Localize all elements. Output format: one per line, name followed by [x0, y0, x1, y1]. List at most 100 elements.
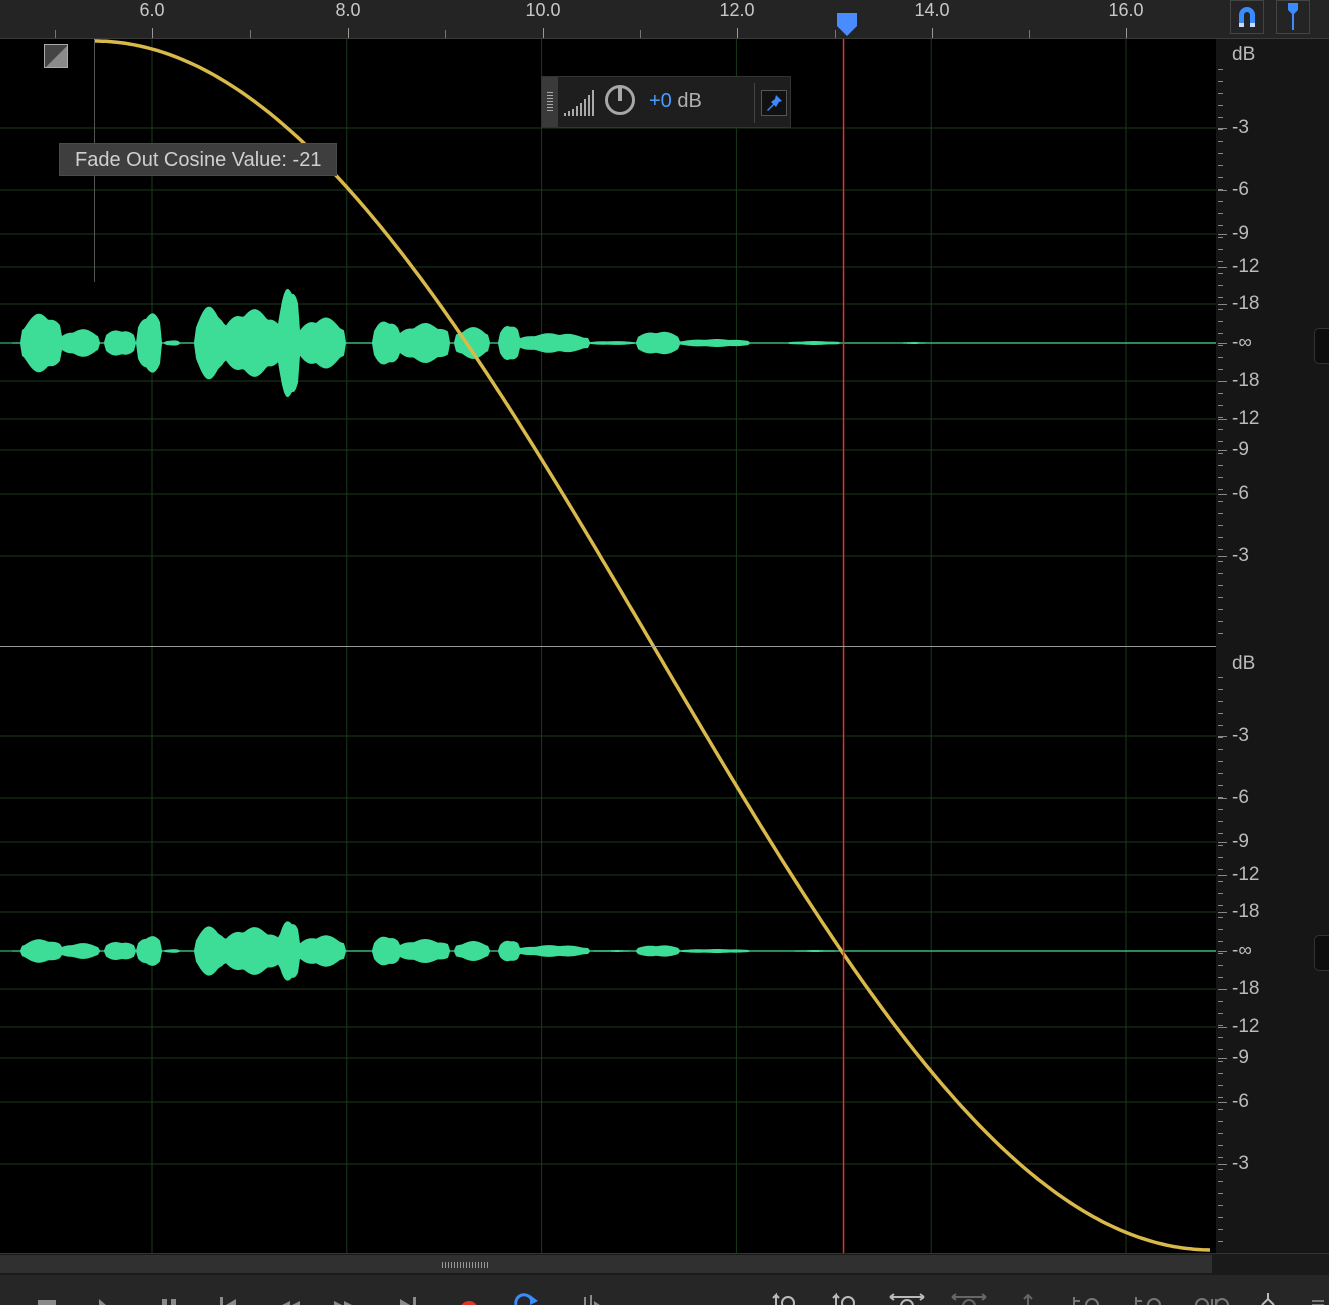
playhead-marker-icon[interactable]	[835, 12, 861, 38]
db-tick	[1218, 153, 1223, 154]
pause-icon[interactable]	[160, 1291, 180, 1305]
channel-divider[interactable]	[0, 646, 1329, 647]
db-tick	[1218, 1013, 1223, 1014]
ruler-tick	[1029, 30, 1030, 38]
db-tick	[1218, 1001, 1223, 1002]
playhead-snap-icon[interactable]	[1276, 0, 1310, 34]
db-tick	[1218, 549, 1223, 550]
go-to-start-icon[interactable]	[216, 1291, 242, 1305]
db-tick	[1218, 1102, 1227, 1103]
fade-tooltip: Fade Out Cosine Value: -21	[59, 143, 338, 176]
timeline-ruler[interactable]: 6.0 8.0 10.0 12.0 14.0 16.0	[0, 0, 1216, 39]
channel-handle-top[interactable]	[1314, 328, 1329, 364]
db-tick	[1218, 1157, 1223, 1158]
volume-knob-icon[interactable]	[605, 85, 635, 115]
db-tick	[1218, 1205, 1223, 1206]
go-to-end-icon[interactable]	[396, 1291, 422, 1305]
db-label: -18	[1232, 901, 1260, 922]
db-tick	[1218, 573, 1223, 574]
channel-handle-bottom[interactable]	[1314, 935, 1329, 971]
gain-value[interactable]: +0 dB	[649, 90, 702, 113]
db-scale[interactable]: dB dB -3 -6 -9 -12 -18 -∞ -18 -12 -9 -6 -3 -3 -6 -9 -1…	[1216, 39, 1329, 1253]
db-label: -9	[1232, 831, 1249, 852]
db-tick	[1218, 797, 1223, 798]
fast-forward-icon[interactable]	[330, 1291, 358, 1305]
db-tick	[1218, 489, 1223, 490]
db-tick	[1218, 773, 1223, 774]
db-tick	[1218, 869, 1223, 870]
ruler-tick	[640, 30, 641, 38]
db-tick	[1218, 1181, 1223, 1182]
db-tick	[1218, 345, 1223, 346]
db-tick	[1218, 513, 1223, 514]
loop-icon[interactable]	[512, 1291, 542, 1305]
db-tick	[1218, 1193, 1223, 1194]
db-tick	[1218, 1037, 1223, 1038]
db-tick	[1218, 701, 1223, 702]
zoom-in-time-icon[interactable]	[888, 1291, 928, 1305]
record-icon[interactable]	[458, 1291, 480, 1305]
horizontal-scrollbar[interactable]	[0, 1253, 1329, 1276]
db-tick	[1218, 929, 1223, 930]
ruler-tick	[932, 28, 933, 38]
hud-grip-handle[interactable]	[542, 77, 558, 127]
db-tick	[1218, 189, 1223, 190]
db-tick	[1218, 725, 1223, 726]
fade-handle-icon[interactable]	[44, 44, 68, 68]
zoom-out-selection-icon[interactable]	[1132, 1291, 1168, 1305]
db-label: -18	[1232, 978, 1260, 999]
db-tick	[1218, 105, 1223, 106]
db-tick	[1218, 881, 1223, 882]
level-meter-icon	[564, 90, 594, 116]
panel-menu-icon[interactable]	[1308, 1291, 1328, 1305]
db-tick	[1218, 912, 1227, 913]
db-tick	[1218, 537, 1223, 538]
ruler-tick	[55, 30, 56, 38]
db-tick	[1218, 842, 1227, 843]
zoom-in-point-icon[interactable]	[1254, 1291, 1284, 1305]
db-tick	[1218, 917, 1223, 918]
zoom-in-channel-icon[interactable]	[1190, 1291, 1230, 1305]
db-tick	[1218, 1241, 1223, 1242]
db-label: -3	[1232, 725, 1249, 746]
db-tick	[1218, 941, 1223, 942]
zoom-out-amplitude-icon[interactable]	[830, 1291, 860, 1305]
db-tick	[1218, 809, 1223, 810]
pin-icon[interactable]	[761, 90, 787, 116]
ruler-tick	[1126, 28, 1127, 38]
db-tick	[1218, 1025, 1223, 1026]
scroll-thumb[interactable]	[0, 1255, 1212, 1273]
skip-selection-icon[interactable]	[578, 1291, 606, 1305]
rewind-icon[interactable]	[278, 1291, 306, 1305]
db-tick	[1218, 833, 1223, 834]
db-tick	[1218, 556, 1227, 557]
db-tick	[1218, 309, 1223, 310]
db-tick	[1218, 249, 1223, 250]
zoom-in-selection-icon[interactable]	[1070, 1291, 1106, 1305]
db-tick	[1218, 129, 1223, 130]
db-label: -18	[1232, 370, 1260, 391]
db-tick	[1218, 267, 1227, 268]
db-tick	[1218, 343, 1227, 344]
db-tick	[1218, 1097, 1223, 1098]
stop-icon[interactable]	[38, 1291, 58, 1305]
db-unit-top: dB	[1232, 44, 1256, 65]
db-tick	[1218, 633, 1223, 634]
db-tick	[1218, 761, 1223, 762]
ruler-label-10: 10.0	[525, 0, 561, 20]
db-tick	[1218, 1058, 1227, 1059]
db-tick	[1218, 321, 1223, 322]
zoom-out-time-icon[interactable]	[950, 1291, 990, 1305]
db-tick	[1218, 501, 1223, 502]
zoom-full-icon[interactable]	[1016, 1291, 1040, 1305]
play-icon[interactable]	[96, 1291, 116, 1305]
db-tick	[1218, 393, 1223, 394]
db-tick	[1218, 165, 1223, 166]
db-tick	[1218, 297, 1223, 298]
db-label: -3	[1232, 545, 1249, 566]
scroll-grip-icon	[442, 1262, 490, 1268]
magnet-icon[interactable]	[1230, 0, 1264, 34]
zoom-in-amplitude-icon[interactable]	[770, 1291, 800, 1305]
db-tick	[1218, 381, 1223, 382]
db-label: -9	[1232, 439, 1249, 460]
